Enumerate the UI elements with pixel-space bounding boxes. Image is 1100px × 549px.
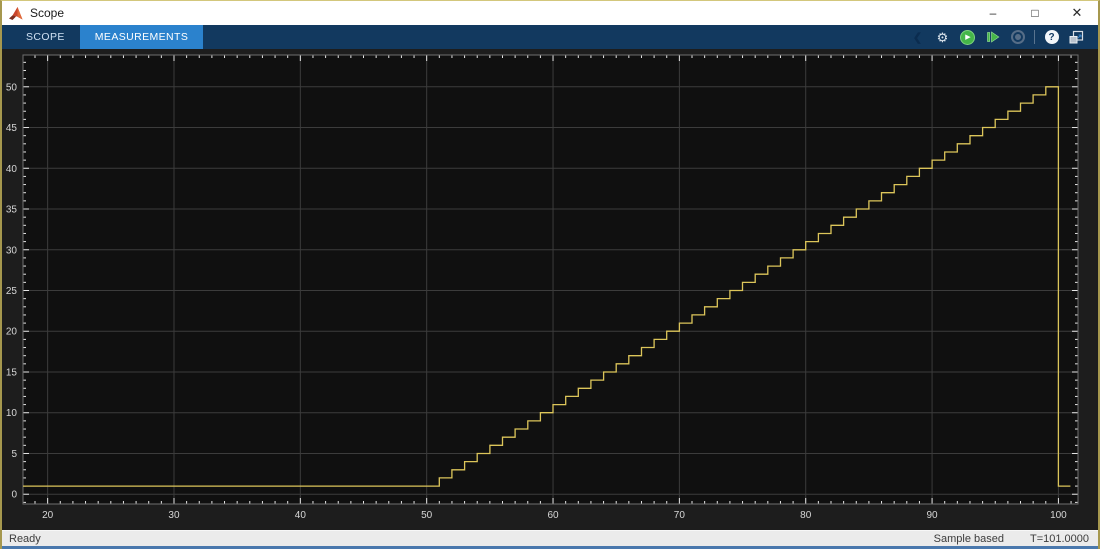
run-button[interactable]: ▶ bbox=[959, 29, 976, 46]
sample-mode-label: Sample based bbox=[934, 533, 1004, 545]
svg-text:50: 50 bbox=[6, 82, 18, 93]
collapse-toolstrip-button[interactable]: ❮ bbox=[909, 29, 926, 46]
status-bar: Ready Sample based T=101.0000 bbox=[2, 530, 1098, 546]
status-right-group: Sample based T=101.0000 bbox=[934, 533, 1098, 545]
matlab-logo-icon bbox=[9, 7, 23, 20]
window-controls: – □ ✕ bbox=[972, 1, 1098, 25]
run-icon: ▶ bbox=[960, 30, 975, 45]
scope-window: Scope – □ ✕ SCOPE MEASUREMENTS ❮ ⚙ ▶ bbox=[0, 0, 1100, 549]
svg-text:30: 30 bbox=[6, 245, 18, 256]
svg-text:60: 60 bbox=[547, 510, 559, 521]
gear-icon: ⚙ bbox=[937, 31, 949, 44]
svg-text:80: 80 bbox=[800, 510, 812, 521]
help-icon: ? bbox=[1045, 30, 1059, 44]
svg-text:45: 45 bbox=[6, 123, 18, 134]
highlight-simulink-block-button[interactable] bbox=[1068, 29, 1085, 46]
svg-text:40: 40 bbox=[295, 510, 307, 521]
tab-scope[interactable]: SCOPE bbox=[11, 25, 80, 49]
help-button[interactable]: ? bbox=[1043, 29, 1060, 46]
svg-text:0: 0 bbox=[11, 490, 17, 501]
stop-button[interactable] bbox=[1009, 29, 1026, 46]
close-button[interactable]: ✕ bbox=[1056, 1, 1098, 25]
maximize-button[interactable]: □ bbox=[1014, 1, 1056, 25]
window-title: Scope bbox=[30, 6, 64, 20]
simulation-settings-button[interactable]: ⚙ bbox=[934, 29, 951, 46]
svg-text:100: 100 bbox=[1050, 510, 1067, 521]
minimize-button[interactable]: – bbox=[972, 1, 1014, 25]
svg-text:10: 10 bbox=[6, 408, 18, 419]
toolstrip-buttons: ❮ ⚙ ▶ ? bbox=[909, 25, 1098, 49]
svg-text:5: 5 bbox=[11, 449, 17, 460]
status-text: Ready bbox=[2, 533, 41, 545]
highlight-block-icon bbox=[1069, 30, 1084, 44]
toolstrip: SCOPE MEASUREMENTS ❮ ⚙ ▶ bbox=[2, 25, 1098, 49]
scope-plot-canvas[interactable]: 20 30 40 50 60 70 80 90 100 0 5 10 15 20 25 30 35 40 45 50 bbox=[2, 49, 1098, 530]
step-forward-button[interactable] bbox=[984, 29, 1001, 46]
svg-text:35: 35 bbox=[6, 205, 18, 216]
tab-measurements[interactable]: MEASUREMENTS bbox=[80, 25, 203, 49]
toolbar-separator bbox=[1034, 30, 1035, 44]
svg-text:50: 50 bbox=[421, 510, 433, 521]
svg-text:90: 90 bbox=[927, 510, 939, 521]
chevron-left-icon: ❮ bbox=[913, 31, 922, 44]
titlebar: Scope – □ ✕ bbox=[2, 1, 1098, 25]
svg-text:40: 40 bbox=[6, 164, 18, 175]
plot-figure: 20 30 40 50 60 70 80 90 100 0 5 10 15 20 25 30 35 40 45 50 bbox=[2, 49, 1098, 530]
svg-text:15: 15 bbox=[6, 367, 18, 378]
svg-text:20: 20 bbox=[42, 510, 54, 521]
svg-text:70: 70 bbox=[674, 510, 686, 521]
simulation-time-label: T=101.0000 bbox=[1030, 533, 1089, 545]
svg-text:20: 20 bbox=[6, 327, 18, 338]
svg-text:25: 25 bbox=[6, 286, 18, 297]
step-forward-icon bbox=[986, 30, 1000, 44]
stop-icon bbox=[1011, 30, 1025, 44]
svg-text:30: 30 bbox=[168, 510, 180, 521]
